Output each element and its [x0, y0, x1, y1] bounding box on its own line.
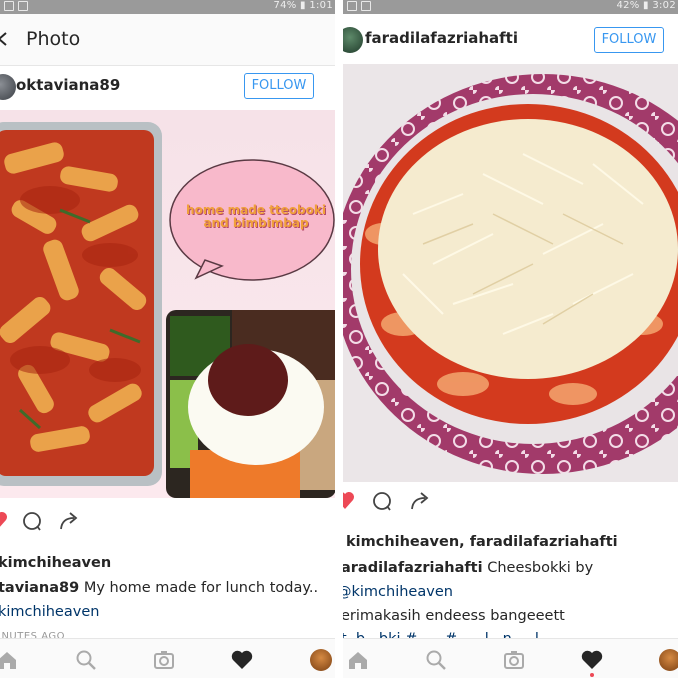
search-icon[interactable] — [75, 649, 97, 671]
caption-line: aradilafazriahafti Cheesbokki by — [343, 557, 593, 579]
post-actions — [343, 490, 463, 520]
status-bar: 42% ▮ 3:02 — [343, 0, 678, 14]
bottom-nav — [0, 638, 335, 678]
post-photo[interactable] — [343, 64, 678, 482]
caption-text: My home made for lunch today.. — [79, 580, 319, 596]
avatar[interactable] — [0, 74, 16, 100]
heart-icon[interactable] — [581, 649, 603, 671]
notification-icons — [347, 1, 371, 11]
caption-mention[interactable]: @kimchiheaven — [343, 584, 453, 600]
share-icon[interactable] — [58, 510, 80, 532]
bottom-nav — [343, 638, 678, 678]
caption-tag-line: @kimchiheaven — [343, 581, 453, 603]
status-bar: 74% ▮ 1:01 — [0, 0, 335, 14]
cheesbokki-image — [343, 64, 678, 482]
caption-hashtag[interactable]: kimchiheaven — [0, 604, 99, 620]
caption-line: taviana89 My home made for lunch today.. — [0, 577, 318, 599]
caption-text-3: erimakasih endeess bangeeett — [343, 608, 565, 624]
heart-icon[interactable] — [0, 510, 8, 532]
heart-icon[interactable] — [343, 490, 355, 512]
post-username[interactable]: faradilafazriahafti — [365, 29, 518, 47]
collage-image — [0, 110, 335, 498]
left-screenshot: 74% ▮ 1:01 Photo oktaviana89 FOLLOW home… — [0, 0, 335, 678]
follow-button[interactable]: FOLLOW — [594, 27, 664, 53]
post-actions — [0, 510, 120, 540]
follow-button[interactable]: FOLLOW — [244, 73, 314, 99]
notification-icon — [361, 1, 371, 11]
notification-icon — [4, 1, 14, 11]
caption-username[interactable]: taviana89 — [0, 580, 79, 596]
post-username[interactable]: oktaviana89 — [16, 76, 120, 94]
comment-icon[interactable] — [371, 490, 393, 512]
status-text: 74% ▮ 1:01 — [273, 0, 333, 11]
caption-text: Cheesbokki by — [482, 560, 594, 576]
likes-line: kimchiheaven — [0, 552, 111, 574]
activity-dot — [590, 673, 594, 677]
camera-icon[interactable] — [153, 649, 175, 671]
post-photo[interactable]: home made tteoboki and bimbimbap — [0, 110, 335, 498]
post-header: oktaviana89 FOLLOW — [0, 66, 335, 110]
home-icon[interactable] — [347, 649, 369, 671]
heart-icon[interactable] — [231, 649, 253, 671]
divider — [335, 0, 343, 678]
comment-icon[interactable] — [21, 510, 43, 532]
bubble-text: home made tteoboki and bimbimbap — [186, 203, 326, 230]
caption-username[interactable]: aradilafazriahafti — [343, 560, 483, 576]
likes-line: kimchiheaven, faradilafazriahafti — [346, 531, 618, 553]
title-bar: Photo — [0, 14, 335, 66]
avatar[interactable] — [659, 649, 678, 671]
notification-icon — [18, 1, 28, 11]
search-icon[interactable] — [425, 649, 447, 671]
avatar[interactable] — [343, 27, 363, 53]
camera-icon[interactable] — [503, 649, 525, 671]
notification-icon — [347, 1, 357, 11]
caption-tag-line: kimchiheaven — [0, 601, 99, 623]
likes-users[interactable]: kimchiheaven, faradilafazriahafti — [346, 534, 618, 550]
home-icon[interactable] — [0, 649, 18, 671]
notification-icons — [4, 1, 28, 11]
status-text: 42% ▮ 3:02 — [616, 0, 676, 11]
back-arrow-icon[interactable] — [0, 32, 10, 46]
page-title: Photo — [26, 28, 81, 50]
share-icon[interactable] — [409, 490, 431, 512]
post-header: faradilafazriahafti FOLLOW — [343, 18, 678, 62]
avatar[interactable] — [310, 649, 332, 671]
caption-line-3: erimakasih endeess bangeeett — [343, 605, 565, 627]
likes-user[interactable]: kimchiheaven — [0, 555, 111, 571]
right-screenshot: 42% ▮ 3:02 faradilafazriahafti FOLLOW ki… — [343, 0, 678, 678]
